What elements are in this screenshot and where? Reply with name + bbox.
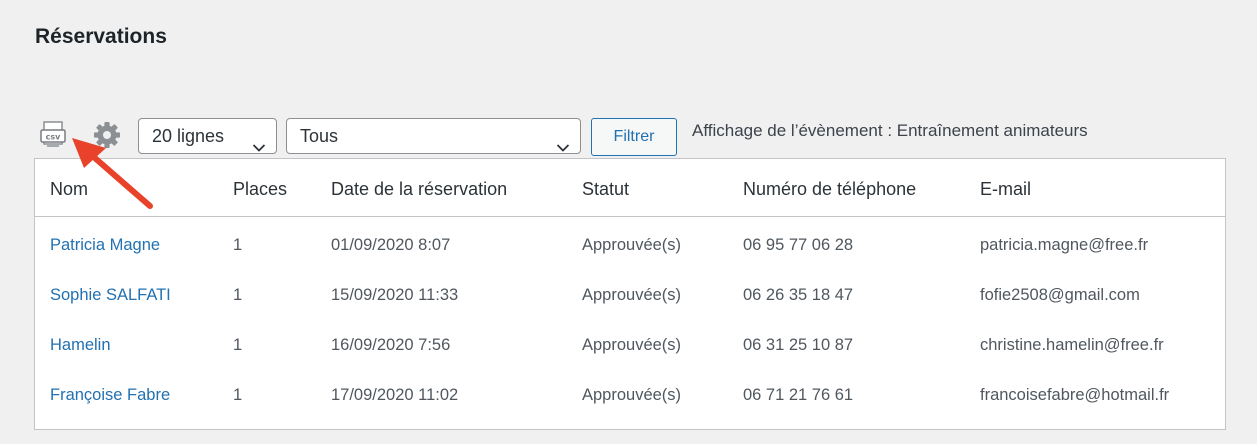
booking-date-value: 01/09/2020 8:07 bbox=[331, 236, 451, 254]
phone-value: 06 26 35 18 47 bbox=[743, 286, 854, 304]
table-header: Nom Places Date de la réservation Statut… bbox=[35, 159, 1225, 217]
email-value: christine.hamelin@free.fr bbox=[980, 336, 1164, 354]
table-row: Sophie SALFATI 1 15/09/2020 11:33 Approu… bbox=[35, 271, 1225, 321]
column-header-date[interactable]: Date de la réservation bbox=[331, 179, 507, 200]
booking-name-link[interactable]: Patricia Magne bbox=[50, 236, 160, 255]
table-row: Françoise Fabre 1 17/09/2020 11:02 Appro… bbox=[35, 371, 1225, 421]
phone-value: 06 31 25 10 87 bbox=[743, 336, 854, 354]
column-header-places[interactable]: Places bbox=[233, 179, 287, 200]
booking-date-value: 15/09/2020 11:33 bbox=[331, 286, 459, 304]
annotation-arrow-icon bbox=[72, 138, 153, 209]
chevron-down-icon bbox=[556, 130, 570, 152]
status-filter-select[interactable]: Tous bbox=[286, 118, 581, 154]
phone-value: 06 71 21 76 61 bbox=[743, 386, 854, 404]
filter-button[interactable]: Filtrer bbox=[591, 118, 677, 156]
svg-text:csv: csv bbox=[46, 133, 62, 142]
reservations-table: Nom Places Date de la réservation Statut… bbox=[34, 158, 1226, 430]
column-header-statut[interactable]: Statut bbox=[582, 179, 629, 200]
table-row: Patricia Magne 1 01/09/2020 8:07 Approuv… bbox=[35, 221, 1225, 271]
status-filter-value: Tous bbox=[300, 126, 339, 146]
booking-name-link[interactable]: Hamelin bbox=[50, 336, 111, 355]
email-value: fofie2508@gmail.com bbox=[980, 286, 1140, 304]
column-header-telephone[interactable]: Numéro de téléphone bbox=[743, 179, 916, 200]
phone-value: 06 95 77 06 28 bbox=[743, 236, 854, 254]
table-row: Hamelin 1 16/09/2020 7:56 Approuvée(s) 0… bbox=[35, 321, 1225, 371]
status-value: Approuvée(s) bbox=[582, 386, 682, 404]
booking-date-value: 16/09/2020 7:56 bbox=[331, 336, 451, 354]
places-value: 1 bbox=[233, 236, 243, 254]
booking-date-value: 17/09/2020 11:02 bbox=[331, 386, 459, 404]
booking-name-link[interactable]: Sophie SALFATI bbox=[50, 286, 171, 305]
column-header-email[interactable]: E-mail bbox=[980, 179, 1031, 200]
status-value: Approuvée(s) bbox=[582, 286, 682, 304]
email-value: francoisefabre@hotmail.fr bbox=[980, 386, 1170, 404]
places-value: 1 bbox=[233, 336, 243, 354]
event-info-text: Affichage de l’évènement : Entraînement … bbox=[692, 121, 1088, 140]
status-value: Approuvée(s) bbox=[582, 236, 682, 254]
email-value: patricia.magne@free.fr bbox=[980, 236, 1149, 254]
page-title: Réservations bbox=[35, 25, 167, 48]
chevron-down-icon bbox=[252, 130, 266, 152]
table-toolbar: csv 20 lignes Tous Filtrer Affichage de … bbox=[36, 116, 1226, 156]
booking-name-link[interactable]: Françoise Fabre bbox=[50, 386, 170, 405]
status-value: Approuvée(s) bbox=[582, 336, 682, 354]
places-value: 1 bbox=[233, 386, 243, 404]
places-value: 1 bbox=[233, 286, 243, 304]
